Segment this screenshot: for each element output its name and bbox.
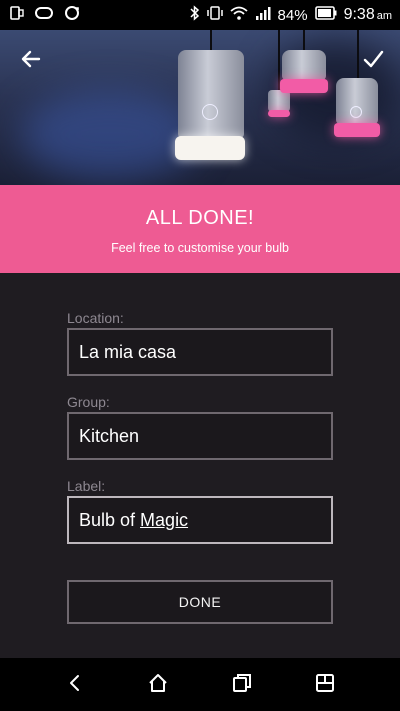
label-field[interactable]: Bulb of Magic (67, 496, 333, 544)
status-right: 84% 9:38 am (190, 5, 392, 25)
status-bar: 84% 9:38 am (0, 0, 400, 30)
notification-icon (10, 5, 24, 25)
back-icon (65, 673, 85, 698)
arrow-left-icon (20, 48, 42, 75)
success-banner: ALL DONE! Feel free to customise your bu… (0, 185, 400, 273)
top-bulb-light (280, 79, 328, 93)
right-bulb-light (334, 123, 380, 137)
recent-apps-icon (231, 672, 253, 699)
nav-back-button[interactable] (61, 671, 89, 699)
battery-icon (314, 6, 337, 24)
right-bulb-logo (350, 106, 362, 118)
nav-recent-button[interactable] (228, 671, 256, 699)
status-time: 9:38 am (344, 6, 392, 24)
home-icon (147, 672, 169, 699)
main-bulb-logo (202, 104, 218, 120)
status-time-value: 9:38 (343, 6, 375, 23)
sync-icon (64, 5, 80, 25)
screen: 84% 9:38 am ALL DONE! Feel free to custo… (0, 0, 400, 711)
battery-percent: 84% (277, 6, 308, 24)
top-bulb-cord (303, 30, 305, 52)
check-icon (362, 48, 384, 75)
label-value-prefix: Bulb of (79, 509, 136, 530)
location-field[interactable]: La mia casa (67, 328, 333, 376)
location-label: Location: (67, 310, 124, 326)
small-bulb-light (268, 110, 290, 117)
wifi-icon (229, 5, 248, 25)
status-left (10, 5, 80, 25)
vibrate-icon (206, 5, 223, 25)
label-value-underlined: Magic (140, 509, 189, 530)
signal-icon (255, 5, 271, 25)
main-bulb (178, 50, 244, 138)
confirm-button[interactable] (356, 44, 390, 78)
location-value: La mia casa (79, 341, 177, 362)
banner-subtitle: Feel free to customise your bulb (111, 241, 289, 255)
hero-image (0, 30, 400, 185)
group-field[interactable]: Kitchen (67, 412, 333, 460)
done-button[interactable]: DONE (67, 580, 333, 624)
navigation-bar (0, 658, 400, 711)
status-time-ampm: am (376, 10, 392, 22)
nav-home-button[interactable] (144, 671, 172, 699)
group-label: Group: (67, 394, 110, 410)
bluetooth-icon (190, 5, 200, 25)
banner-title: ALL DONE! (145, 207, 255, 229)
group-value: Kitchen (79, 425, 140, 446)
nav-multiwindow-button[interactable] (311, 671, 339, 699)
label-label: Label: (67, 478, 106, 494)
top-bulb (282, 50, 326, 80)
small-bulb (268, 90, 290, 112)
back-button[interactable] (14, 44, 48, 78)
main-bulb-cord (210, 30, 212, 52)
hero-background-glow (20, 90, 200, 180)
messenger-icon (34, 5, 54, 25)
multiwindow-icon (314, 672, 336, 699)
main-bulb-light (175, 136, 245, 160)
